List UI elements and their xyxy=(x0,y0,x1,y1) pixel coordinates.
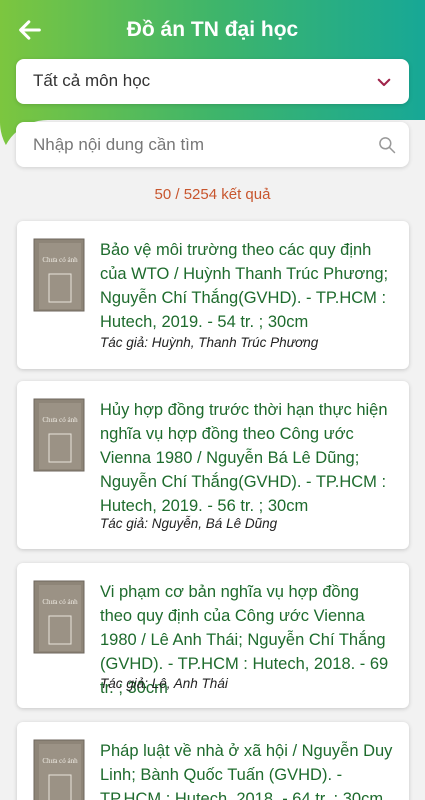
card-title: Bảo vệ môi trường theo các quy định của … xyxy=(100,241,389,331)
search-box xyxy=(16,122,409,167)
result-count: 50 / 5254 kết quả xyxy=(154,186,271,203)
subject-filter-select[interactable]: Tất cả môn học xyxy=(16,59,409,104)
thumbnail-label: Chưa có ảnh xyxy=(42,256,78,264)
card-title: Hủy hợp đồng trước thời hạn thực hiện ng… xyxy=(100,401,388,515)
thumbnail-label: Chưa có ảnh xyxy=(42,416,78,424)
card-author: Tác giả: Nguyễn, Bá Lê Dũng xyxy=(100,516,278,531)
book-placeholder-icon: Chưa có ảnh xyxy=(33,739,85,800)
card-title: Pháp luật về nhà ở xã hội / Nguyễn Duy L… xyxy=(100,742,393,800)
page-title: Đồ án TN đại học xyxy=(126,18,299,41)
search-icon[interactable] xyxy=(377,135,397,155)
result-card[interactable]: Chưa có ảnh Bảo vệ môi trường theo các q… xyxy=(17,221,409,369)
result-card[interactable]: Chưa có ảnh Vi phạm cơ bản nghĩa vụ hợp … xyxy=(17,563,409,708)
book-placeholder-icon: Chưa có ảnh xyxy=(33,398,85,472)
thumbnail-label: Chưa có ảnh xyxy=(42,598,78,606)
result-card[interactable]: Chưa có ảnh Pháp luật về nhà ở xã hội / … xyxy=(17,722,409,800)
result-card[interactable]: Chưa có ảnh Hủy hợp đồng trước thời hạn … xyxy=(17,381,409,549)
subject-filter-value: Tất cả môn học xyxy=(33,71,151,90)
book-placeholder-icon: Chưa có ảnh xyxy=(33,238,85,312)
card-author: Tác giả: Lê, Anh Thái xyxy=(100,676,228,691)
card-author: Tác giả: Huỳnh, Thanh Trúc Phương xyxy=(100,335,319,350)
chevron-down-icon xyxy=(377,78,391,87)
search-input[interactable] xyxy=(16,122,366,167)
thumbnail-label: Chưa có ảnh xyxy=(42,757,78,765)
book-placeholder-icon: Chưa có ảnh xyxy=(33,580,85,654)
